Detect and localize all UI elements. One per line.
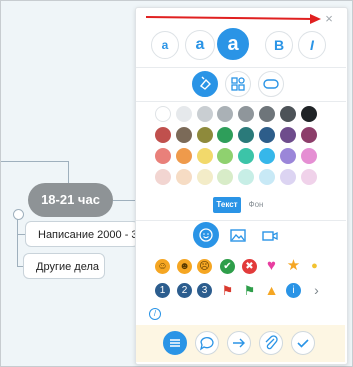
bold-button[interactable]: B: [265, 31, 293, 59]
color-swatch[interactable]: [279, 148, 296, 164]
color-swatch[interactable]: [196, 148, 213, 164]
color-swatch[interactable]: [300, 106, 317, 122]
color-swatch[interactable]: [175, 106, 192, 122]
color-swatch[interactable]: [300, 169, 317, 185]
video-button[interactable]: [260, 226, 280, 246]
no-sticker-icon[interactable]: /: [149, 308, 161, 320]
arrow-right-icon: [233, 338, 245, 348]
star-icon[interactable]: ★: [286, 258, 301, 273]
mindmap-main-node[interactable]: 18-21 час: [28, 183, 113, 217]
color-swatch[interactable]: [279, 169, 296, 185]
color-swatch[interactable]: [196, 127, 213, 143]
color-swatch[interactable]: [175, 148, 192, 164]
cross-circle-icon[interactable]: ✖: [242, 259, 257, 274]
sad-face-icon[interactable]: ☹: [197, 259, 212, 274]
color-swatch[interactable]: [300, 127, 317, 143]
font-size-large-button[interactable]: a: [217, 28, 249, 60]
mindmap-child-node[interactable]: Написание 2000 - 3000: [25, 221, 139, 247]
color-swatch[interactable]: [259, 169, 275, 185]
color-swatch[interactable]: [259, 106, 275, 122]
red-flag-icon[interactable]: ⚑: [220, 283, 235, 298]
color-swatch[interactable]: [175, 127, 192, 143]
italic-button[interactable]: I: [298, 31, 326, 59]
color-swatch[interactable]: [259, 148, 275, 164]
checkmark-icon: [297, 339, 309, 348]
color-swatch[interactable]: [175, 169, 192, 185]
link-button[interactable]: [227, 331, 251, 355]
fill-mode-button[interactable]: [192, 71, 218, 97]
color-swatch[interactable]: [196, 106, 213, 122]
number-2-icon[interactable]: 2: [177, 283, 192, 298]
mindmap-child-node[interactable]: Другие дела: [23, 253, 105, 279]
color-swatch[interactable]: [196, 169, 213, 185]
paperclip-icon: [265, 335, 278, 350]
shapes-mode-button[interactable]: [225, 71, 251, 97]
smiley-icon: [199, 228, 213, 242]
info-icon[interactable]: i: [286, 283, 301, 298]
image-button[interactable]: [228, 226, 248, 246]
color-swatch[interactable]: [155, 127, 171, 143]
tab-background[interactable]: Фон: [243, 197, 269, 213]
red-arrow-annotation: [146, 14, 321, 24]
connector-line: [68, 161, 69, 183]
menu-lines-icon: [170, 339, 180, 347]
color-swatch[interactable]: [155, 106, 171, 122]
connector-line: [1, 161, 69, 162]
stickers-mode-button[interactable]: [193, 222, 219, 248]
attach-button[interactable]: [259, 331, 283, 355]
divider: [136, 67, 346, 68]
lightbulb-icon[interactable]: ●: [307, 259, 322, 274]
number-1-icon[interactable]: 1: [155, 283, 170, 298]
green-flag-icon[interactable]: ⚑: [242, 283, 257, 298]
tab-text[interactable]: Текст: [213, 197, 241, 213]
color-swatch[interactable]: [279, 106, 296, 122]
check-circle-icon[interactable]: ✔: [220, 259, 235, 274]
border-style-icon: [263, 79, 279, 89]
font-size-medium-button[interactable]: a: [185, 30, 215, 60]
shapes-icon: [231, 77, 245, 91]
number-3-icon[interactable]: 3: [197, 283, 212, 298]
connector-line: [17, 217, 18, 267]
style-menu-button[interactable]: [163, 331, 187, 355]
speech-bubble-icon: [199, 337, 214, 351]
comment-button[interactable]: [195, 331, 219, 355]
font-size-small-button[interactable]: a: [151, 31, 179, 59]
node-handle[interactable]: [13, 209, 24, 220]
task-button[interactable]: [291, 331, 315, 355]
happy-face-icon[interactable]: ☺: [155, 259, 170, 274]
heart-icon[interactable]: ♥: [264, 258, 279, 273]
color-swatch[interactable]: [259, 127, 275, 143]
color-swatch[interactable]: [155, 148, 171, 164]
connector-line: [17, 234, 25, 235]
connector-line: [113, 200, 137, 201]
color-swatch[interactable]: [279, 127, 296, 143]
divider: [136, 220, 346, 221]
warning-icon[interactable]: ▲: [264, 283, 279, 298]
border-mode-button[interactable]: [258, 71, 284, 97]
style-panel: [135, 7, 348, 365]
image-icon: [230, 229, 246, 242]
paint-bucket-icon: [199, 76, 211, 90]
divider: [136, 101, 346, 102]
chevron-right-icon[interactable]: ›: [309, 283, 324, 298]
color-swatch[interactable]: [155, 169, 171, 185]
color-swatch[interactable]: [300, 148, 317, 164]
neutral-face-icon[interactable]: ☻: [177, 259, 192, 274]
video-icon: [262, 231, 278, 241]
close-icon[interactable]: ×: [322, 12, 336, 26]
